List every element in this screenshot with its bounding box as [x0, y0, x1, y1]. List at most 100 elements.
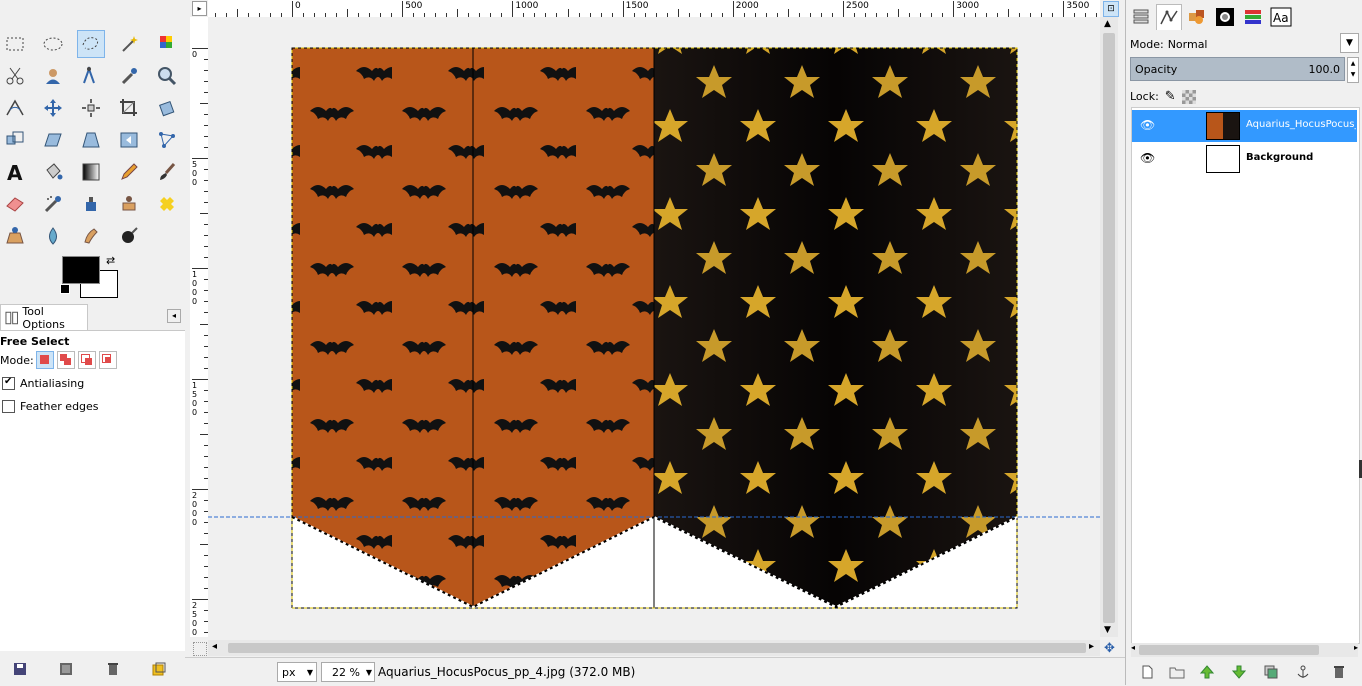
mode-subtract-button[interactable]: [77, 351, 96, 369]
tab-brushes[interactable]: [1212, 4, 1238, 30]
tool-move-button[interactable]: [39, 94, 67, 122]
duplicate-layer-icon[interactable]: [1262, 663, 1280, 681]
vertical-scroll-thumb[interactable]: [1103, 33, 1115, 623]
vertical-ruler[interactable]: 0 500 1000 1500 2000 2500: [190, 17, 209, 637]
navigate-icon[interactable]: ✥: [1104, 641, 1115, 656]
tool-rect-select-button[interactable]: [1, 30, 29, 58]
delete-options-icon[interactable]: [104, 660, 122, 678]
tab-paths[interactable]: [1156, 4, 1182, 30]
tool-pencil-button[interactable]: [115, 158, 143, 186]
scroll-left-arrow-icon[interactable]: ◂: [1131, 643, 1135, 652]
mode-intersect-button[interactable]: [98, 351, 117, 369]
antialiasing-checkbox[interactable]: [2, 376, 15, 390]
feather-row[interactable]: Feather edges: [2, 400, 99, 413]
feather-edges-checkbox[interactable]: [2, 400, 15, 413]
lower-layer-icon[interactable]: [1230, 663, 1248, 681]
swap-colors-icon[interactable]: ⇄: [106, 254, 115, 267]
scroll-right-arrow-icon[interactable]: ▸: [1354, 643, 1358, 652]
canvas-viewport[interactable]: [208, 17, 1100, 637]
tool-ink-button[interactable]: [77, 190, 105, 218]
image-menu-icon[interactable]: ▸: [192, 1, 207, 16]
panel-menu-icon[interactable]: ◂: [167, 309, 181, 323]
restore-options-icon[interactable]: [57, 660, 75, 678]
tool-heal-button[interactable]: [153, 190, 181, 218]
tool-color-select-button[interactable]: [153, 30, 181, 58]
tool-scissors-select-button[interactable]: [1, 62, 29, 90]
quick-mask-icon[interactable]: [193, 642, 207, 656]
anchor-layer-icon[interactable]: [1294, 663, 1312, 681]
visibility-eye-icon[interactable]: 👁: [1140, 151, 1155, 165]
layers-scroll-thumb[interactable]: [1139, 645, 1319, 655]
tool-perspective-clone-button[interactable]: [1, 222, 29, 250]
layer-row-aquarius[interactable]: 👁 Aquarius_HocusPocus_pp: [1132, 110, 1357, 142]
save-options-icon[interactable]: [11, 660, 29, 678]
tool-rotate-button[interactable]: [153, 94, 181, 122]
tool-foreground-select-button[interactable]: [39, 62, 67, 90]
opacity-slider[interactable]: Opacity 100.0: [1130, 57, 1345, 81]
layer-name[interactable]: Background: [1246, 152, 1313, 163]
unit-select[interactable]: px ▼: [277, 662, 317, 682]
tool-cage-transform-button[interactable]: [153, 126, 181, 154]
tool-crop-button[interactable]: [115, 94, 143, 122]
tool-dodge-burn-button[interactable]: [115, 222, 143, 250]
tab-layers[interactable]: [1128, 4, 1154, 30]
tool-perspective-button[interactable]: [77, 126, 105, 154]
layer-name[interactable]: Aquarius_HocusPocus_pp: [1246, 119, 1356, 130]
delete-layer-icon[interactable]: [1330, 663, 1348, 681]
color-swatches[interactable]: ⇄: [60, 254, 118, 300]
new-layer-icon[interactable]: [1138, 663, 1156, 681]
scroll-up-arrow-icon[interactable]: ▲: [1104, 19, 1111, 29]
tab-fonts[interactable]: Aa: [1268, 4, 1294, 30]
foreground-color-swatch[interactable]: [62, 256, 100, 284]
zoom-on-resize-icon[interactable]: ⊡: [1103, 1, 1119, 17]
image-canvas[interactable]: [208, 17, 1100, 637]
opacity-spinner[interactable]: ▲ ▼: [1347, 57, 1359, 83]
reset-options-icon[interactable]: [150, 660, 168, 678]
horizontal-scroll-thumb[interactable]: [228, 643, 1086, 653]
tool-scale-button[interactable]: [1, 126, 29, 154]
flip-icon: [120, 132, 138, 148]
default-colors-icon[interactable]: [60, 284, 70, 294]
mode-add-button[interactable]: [56, 351, 75, 369]
ruler-tick: [192, 488, 208, 490]
tool-text-button[interactable]: A: [1, 158, 29, 186]
horizontal-scrollbar[interactable]: ◂ ▸: [208, 640, 1100, 656]
mode-dropdown-chevron-icon[interactable]: ▼: [1340, 33, 1359, 53]
tool-paintbrush-button[interactable]: [153, 158, 181, 186]
scroll-left-arrow-icon[interactable]: ◂: [212, 641, 217, 652]
tool-zoom-button[interactable]: [153, 62, 181, 90]
vertical-scrollbar[interactable]: ▲ ▼: [1100, 17, 1118, 637]
tab-patterns[interactable]: [1240, 4, 1266, 30]
tool-smudge-button[interactable]: [77, 222, 105, 250]
mode-replace-button[interactable]: [35, 351, 54, 369]
tab-channels[interactable]: [1184, 4, 1210, 30]
tool-measure-button[interactable]: [1, 94, 29, 122]
new-layer-group-icon[interactable]: [1168, 663, 1186, 681]
raise-layer-icon[interactable]: [1198, 663, 1216, 681]
scroll-right-arrow-icon[interactable]: ▸: [1089, 641, 1094, 652]
tool-color-picker-button[interactable]: [115, 62, 143, 90]
tool-airbrush-button[interactable]: [39, 190, 67, 218]
tool-align-button[interactable]: [77, 94, 105, 122]
layer-row-background[interactable]: 👁 Background: [1132, 143, 1357, 175]
lock-alpha-icon[interactable]: [1181, 89, 1196, 104]
tool-bucket-fill-button[interactable]: [39, 158, 67, 186]
tool-free-select-button[interactable]: [77, 30, 105, 58]
tool-eraser-button[interactable]: [1, 190, 29, 218]
tool-blur-sharpen-button[interactable]: [39, 222, 67, 250]
tool-flip-button[interactable]: [115, 126, 143, 154]
tool-clone-button[interactable]: [115, 190, 143, 218]
layers-scrollbar[interactable]: ◂ ▸: [1131, 643, 1358, 657]
antialiasing-row[interactable]: Antialiasing: [2, 376, 84, 390]
tool-paths-button[interactable]: [77, 62, 105, 90]
lock-pixels-icon[interactable]: ✎: [1165, 89, 1176, 104]
tool-shear-button[interactable]: [39, 126, 67, 154]
scroll-down-arrow-icon[interactable]: ▼: [1104, 625, 1111, 635]
tab-tool-options[interactable]: Tool Options: [0, 304, 88, 331]
visibility-eye-icon[interactable]: 👁: [1140, 118, 1155, 132]
tool-ellipse-select-button[interactable]: [39, 30, 67, 58]
tool-fuzzy-select-button[interactable]: [115, 30, 143, 58]
horizontal-ruler[interactable]: 0 500 1000 1500 2000 2500 3000 3500: [208, 0, 1100, 18]
tool-blend-button[interactable]: [77, 158, 105, 186]
zoom-select[interactable]: 22 % ▼: [321, 662, 375, 682]
